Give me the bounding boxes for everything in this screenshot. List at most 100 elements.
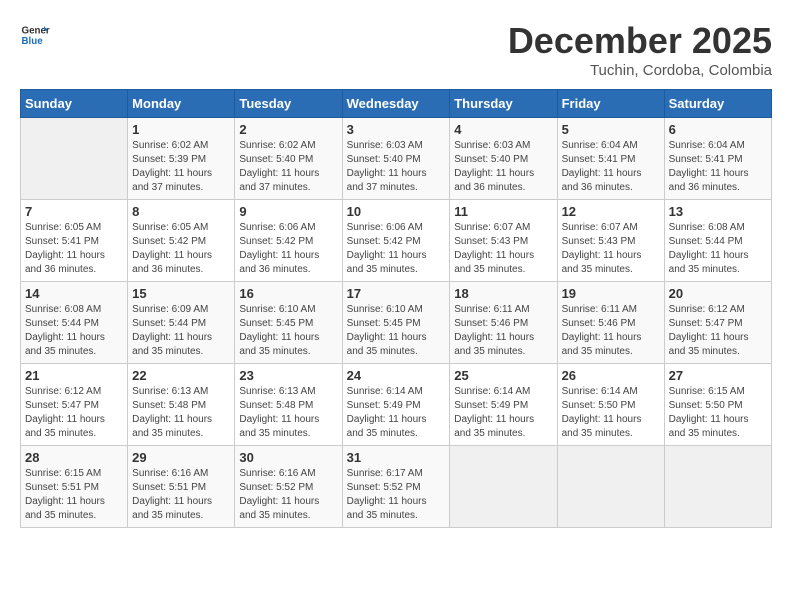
day-info: Sunrise: 6:12 AMSunset: 5:47 PMDaylight:… — [25, 385, 123, 441]
day-number: 19 — [562, 286, 660, 301]
day-number: 27 — [669, 368, 767, 383]
day-info: Sunrise: 6:16 AMSunset: 5:51 PMDaylight:… — [132, 467, 230, 523]
day-number: 22 — [132, 368, 230, 383]
day-info: Sunrise: 6:08 AMSunset: 5:44 PMDaylight:… — [25, 303, 123, 359]
day-info: Sunrise: 6:09 AMSunset: 5:44 PMDaylight:… — [132, 303, 230, 359]
calendar-cell: 24 Sunrise: 6:14 AMSunset: 5:49 PMDayligh… — [342, 364, 450, 446]
calendar-cell: 20 Sunrise: 6:12 AMSunset: 5:47 PMDayligh… — [664, 282, 771, 364]
day-number: 16 — [239, 286, 337, 301]
weekday-header-wednesday: Wednesday — [342, 90, 450, 118]
day-number: 20 — [669, 286, 767, 301]
weekday-header-row: SundayMondayTuesdayWednesdayThursdayFrid… — [21, 90, 772, 118]
weekday-header-thursday: Thursday — [450, 90, 557, 118]
day-info: Sunrise: 6:15 AMSunset: 5:50 PMDaylight:… — [669, 385, 767, 441]
calendar-cell: 22 Sunrise: 6:13 AMSunset: 5:48 PMDayligh… — [128, 364, 235, 446]
calendar-cell: 17Sunrise: 6:10 AMSunset: 5:45 PMDayligh… — [342, 282, 450, 364]
svg-text:Blue: Blue — [22, 36, 44, 47]
day-info: Sunrise: 6:03 AMSunset: 5:40 PMDaylight:… — [454, 139, 552, 195]
calendar-cell — [21, 118, 128, 200]
calendar-cell: 2 Sunrise: 6:02 AMSunset: 5:40 PMDaylight… — [235, 118, 342, 200]
day-info: Sunrise: 6:10 AMSunset: 5:45 PMDaylight:… — [347, 303, 446, 359]
day-number: 29 — [132, 450, 230, 465]
day-number: 24 — [347, 368, 446, 383]
calendar-cell: 8Sunrise: 6:05 AMSunset: 5:42 PMDaylight… — [128, 200, 235, 282]
day-number: 3 — [347, 122, 446, 137]
day-info: Sunrise: 6:14 AMSunset: 5:50 PMDaylight:… — [562, 385, 660, 441]
calendar-cell — [557, 446, 664, 528]
day-number: 30 — [239, 450, 337, 465]
day-number: 7 — [25, 204, 123, 219]
day-info: Sunrise: 6:07 AMSunset: 5:43 PMDaylight:… — [454, 221, 552, 277]
day-number: 1 — [132, 122, 230, 137]
calendar-week-1: 7Sunrise: 6:05 AMSunset: 5:41 PMDaylight… — [21, 200, 772, 282]
day-number: 6 — [669, 122, 767, 137]
calendar-cell: 23Sunrise: 6:13 AMSunset: 5:48 PMDayligh… — [235, 364, 342, 446]
calendar-cell: 4 Sunrise: 6:03 AMSunset: 5:40 PMDaylight… — [450, 118, 557, 200]
page-header: General Blue December 2025 Tuchin, Cordo… — [20, 20, 772, 79]
day-number: 14 — [25, 286, 123, 301]
calendar-cell — [664, 446, 771, 528]
day-info: Sunrise: 6:03 AMSunset: 5:40 PMDaylight:… — [347, 139, 446, 195]
calendar-week-0: 1 Sunrise: 6:02 AMSunset: 5:39 PMDaylight… — [21, 118, 772, 200]
day-info: Sunrise: 6:02 AMSunset: 5:39 PMDaylight:… — [132, 139, 230, 195]
day-number: 2 — [239, 122, 337, 137]
day-info: Sunrise: 6:17 AMSunset: 5:52 PMDaylight:… — [347, 467, 446, 523]
calendar-week-3: 21 Sunrise: 6:12 AMSunset: 5:47 PMDayligh… — [21, 364, 772, 446]
day-info: Sunrise: 6:06 AMSunset: 5:42 PMDaylight:… — [347, 221, 446, 277]
month-title: December 2025 — [508, 20, 772, 62]
calendar-cell: 7Sunrise: 6:05 AMSunset: 5:41 PMDaylight… — [21, 200, 128, 282]
day-info: Sunrise: 6:12 AMSunset: 5:47 PMDaylight:… — [669, 303, 767, 359]
day-info: Sunrise: 6:06 AMSunset: 5:42 PMDaylight:… — [239, 221, 337, 277]
calendar-cell: 10Sunrise: 6:06 AMSunset: 5:42 PMDayligh… — [342, 200, 450, 282]
logo: General Blue — [20, 20, 50, 50]
day-info: Sunrise: 6:14 AMSunset: 5:49 PMDaylight:… — [347, 385, 446, 441]
calendar-cell: 14 Sunrise: 6:08 AMSunset: 5:44 PMDayligh… — [21, 282, 128, 364]
day-number: 21 — [25, 368, 123, 383]
day-info: Sunrise: 6:08 AMSunset: 5:44 PMDaylight:… — [669, 221, 767, 277]
day-number: 23 — [239, 368, 337, 383]
weekday-header-saturday: Saturday — [664, 90, 771, 118]
calendar-table: SundayMondayTuesdayWednesdayThursdayFrid… — [20, 89, 772, 528]
day-info: Sunrise: 6:10 AMSunset: 5:45 PMDaylight:… — [239, 303, 337, 359]
day-info: Sunrise: 6:13 AMSunset: 5:48 PMDaylight:… — [132, 385, 230, 441]
calendar-cell: 26 Sunrise: 6:14 AMSunset: 5:50 PMDayligh… — [557, 364, 664, 446]
day-info: Sunrise: 6:04 AMSunset: 5:41 PMDaylight:… — [669, 139, 767, 195]
calendar-cell: 1 Sunrise: 6:02 AMSunset: 5:39 PMDaylight… — [128, 118, 235, 200]
calendar-week-4: 28Sunrise: 6:15 AMSunset: 5:51 PMDayligh… — [21, 446, 772, 528]
day-info: Sunrise: 6:14 AMSunset: 5:49 PMDaylight:… — [454, 385, 552, 441]
day-number: 4 — [454, 122, 552, 137]
day-number: 5 — [562, 122, 660, 137]
day-info: Sunrise: 6:11 AMSunset: 5:46 PMDaylight:… — [454, 303, 552, 359]
calendar-cell: 5Sunrise: 6:04 AMSunset: 5:41 PMDaylight… — [557, 118, 664, 200]
day-number: 9 — [239, 204, 337, 219]
title-section: December 2025 Tuchin, Cordoba, Colombia — [508, 20, 772, 79]
calendar-cell: 30 Sunrise: 6:16 AMSunset: 5:52 PMDayligh… — [235, 446, 342, 528]
calendar-cell: 29 Sunrise: 6:16 AMSunset: 5:51 PMDayligh… — [128, 446, 235, 528]
day-info: Sunrise: 6:02 AMSunset: 5:40 PMDaylight:… — [239, 139, 337, 195]
calendar-cell: 31 Sunrise: 6:17 AMSunset: 5:52 PMDayligh… — [342, 446, 450, 528]
day-number: 25 — [454, 368, 552, 383]
weekday-header-tuesday: Tuesday — [235, 90, 342, 118]
day-number: 12 — [562, 204, 660, 219]
calendar-cell: 13 Sunrise: 6:08 AMSunset: 5:44 PMDayligh… — [664, 200, 771, 282]
day-number: 18 — [454, 286, 552, 301]
day-number: 28 — [25, 450, 123, 465]
calendar-cell: 15 Sunrise: 6:09 AMSunset: 5:44 PMDayligh… — [128, 282, 235, 364]
day-number: 13 — [669, 204, 767, 219]
day-number: 31 — [347, 450, 446, 465]
day-number: 26 — [562, 368, 660, 383]
day-number: 15 — [132, 286, 230, 301]
location: Tuchin, Cordoba, Colombia — [508, 62, 772, 79]
calendar-cell: 18 Sunrise: 6:11 AMSunset: 5:46 PMDayligh… — [450, 282, 557, 364]
day-info: Sunrise: 6:07 AMSunset: 5:43 PMDaylight:… — [562, 221, 660, 277]
svg-text:General: General — [22, 26, 51, 37]
day-info: Sunrise: 6:16 AMSunset: 5:52 PMDaylight:… — [239, 467, 337, 523]
day-number: 8 — [132, 204, 230, 219]
calendar-cell: 3 Sunrise: 6:03 AMSunset: 5:40 PMDaylight… — [342, 118, 450, 200]
calendar-cell: 9 Sunrise: 6:06 AMSunset: 5:42 PMDaylight… — [235, 200, 342, 282]
logo-icon: General Blue — [20, 20, 50, 50]
calendar-cell: 19 Sunrise: 6:11 AMSunset: 5:46 PMDayligh… — [557, 282, 664, 364]
day-info: Sunrise: 6:11 AMSunset: 5:46 PMDaylight:… — [562, 303, 660, 359]
weekday-header-sunday: Sunday — [21, 90, 128, 118]
day-number: 11 — [454, 204, 552, 219]
